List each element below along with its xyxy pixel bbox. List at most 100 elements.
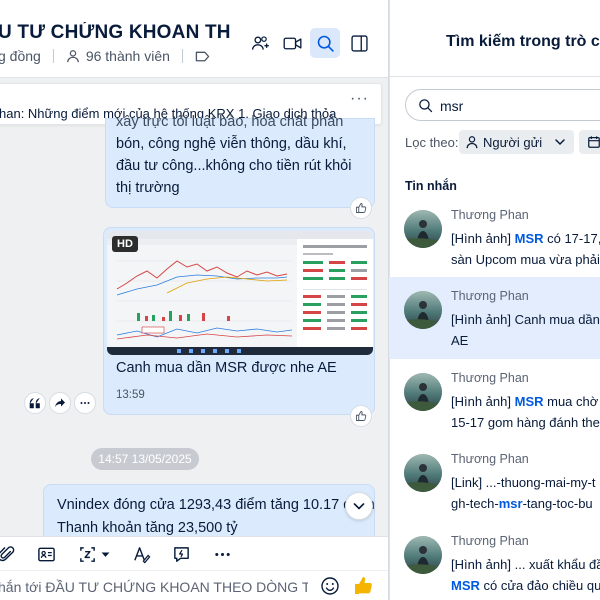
- chevron-down-icon: [353, 503, 365, 510]
- contact-card-icon: [37, 547, 55, 561]
- message-more-button[interactable]: [74, 392, 96, 414]
- result-snippet-line: [Hình ảnh] ... xuất khẩu đầ: [451, 557, 600, 572]
- message-bubble[interactable]: Vnindex đóng cửa 1293,43 điểm tăng 10.17…: [43, 484, 375, 544]
- search-panel-title: Tìm kiếm trong trò c: [446, 33, 600, 50]
- search-panel: Tìm kiếm trong trò c Lọc theo: Người gửi…: [389, 0, 600, 600]
- format-text-button[interactable]: [131, 544, 151, 564]
- stock-chart-screenshot[interactable]: HD: [107, 231, 373, 355]
- avatar: [404, 210, 442, 248]
- divider: [181, 49, 183, 63]
- image-message-bubble[interactable]: HD Canh mua dần MSR được nhe AE 13:59: [103, 227, 375, 415]
- message-bubble[interactable]: xây trực tối luật bảo, hóa chất phân bón…: [105, 114, 375, 208]
- sender-filter-label: Người gửi: [483, 134, 543, 150]
- add-member-button[interactable]: [245, 28, 275, 58]
- chat-title[interactable]: U TƯ CHỨNG KHOAN THEO DÒ: [0, 22, 230, 44]
- search-button[interactable]: [310, 28, 340, 58]
- result-snippet-line: 15-17 gom hàng đánh theo: [451, 415, 600, 430]
- quote-icon: [29, 398, 40, 409]
- result-snippet-line: AE: [451, 333, 468, 348]
- avatar: [404, 373, 442, 411]
- message-text: xây trực tối luật bảo, hóa chất phân bón…: [116, 114, 356, 199]
- result-sender: Thương Phan: [451, 371, 529, 385]
- snippet-text: [Hình ảnh]: [451, 394, 515, 409]
- message-line: Vnindex đóng cửa 1293,43 điểm tăng 10.17…: [57, 497, 375, 513]
- result-sender: Thương Phan: [451, 208, 529, 222]
- avatar: [404, 291, 442, 329]
- community-label: g đồng: [0, 48, 41, 64]
- screenshot-options-dropdown[interactable]: [98, 544, 112, 564]
- message-composer: [0, 570, 388, 600]
- sender-filter-dropdown[interactable]: Người gửi: [459, 130, 574, 154]
- paperclip-icon: [0, 545, 14, 561]
- result-snippet-line: [Link] ...-thuong-mai-my-t: [451, 475, 596, 490]
- result-snippet-line: sàn Upcom mua vừa phải: [451, 252, 600, 267]
- attach-file-button[interactable]: [0, 544, 16, 564]
- send-like-button[interactable]: [352, 574, 374, 600]
- snippet-text: có 17-17,5: [547, 231, 600, 246]
- snippet-text: [Hình ảnh]: [451, 231, 515, 246]
- chat-window: U TƯ CHỨNG KHOAN THEO DÒ g đồng 96 thành…: [0, 0, 389, 600]
- search-result-item[interactable]: Thương Phan [Link] ...-thuong-mai-my-t gh-…: [389, 440, 600, 522]
- chevron-down-icon: [555, 139, 565, 146]
- forward-button[interactable]: [49, 392, 71, 414]
- result-snippet-line: [Hình ảnh] MSR mua chờ: [451, 394, 598, 409]
- smiley-icon: [321, 577, 339, 595]
- filter-label: Lọc theo:: [405, 135, 459, 150]
- snippet-text: gh-tech-: [451, 496, 499, 511]
- forward-icon: [55, 398, 65, 408]
- snippet-text: [Hình ảnh] Canh mua dần: [451, 312, 600, 327]
- message-timestamp: 13:59: [116, 389, 145, 401]
- message-line: xây trực tối luật bảo, hóa chất phân: [116, 114, 344, 130]
- sidebar-toggle-button[interactable]: [344, 28, 374, 58]
- search-result-item[interactable]: Thương Phan [Hình ảnh] MSR có 17-17,5 sàn …: [389, 196, 600, 278]
- screenshot-icon: [79, 546, 95, 562]
- more-tools-button[interactable]: [212, 544, 232, 564]
- search-result-item[interactable]: Thương Phan [Hình ảnh] MSR mua chờ 15-17 g…: [389, 359, 600, 441]
- quick-message-button[interactable]: [171, 544, 191, 564]
- result-snippet-line: gh-tech-msr-tang-toc-bu: [451, 496, 593, 511]
- divider: [52, 49, 54, 63]
- emoji-button[interactable]: [320, 576, 340, 600]
- date-filter-button[interactable]: [579, 130, 600, 154]
- avatar: [404, 454, 442, 492]
- scroll-to-bottom-button[interactable]: [345, 492, 373, 520]
- snippet-text: [Hình ảnh] ... xuất khẩu đầ: [451, 557, 600, 572]
- screenshot-button[interactable]: [77, 544, 97, 564]
- result-snippet-line: [Hình ảnh] MSR có 17-17,5: [451, 231, 600, 246]
- search-box[interactable]: [405, 89, 600, 121]
- thumbs-up-icon: [355, 577, 372, 594]
- message-input[interactable]: [0, 577, 308, 597]
- member-count[interactable]: 96 thành viên: [86, 48, 170, 64]
- thumbs-up-icon: [356, 411, 367, 421]
- members-icon: [66, 50, 79, 63]
- search-input[interactable]: [440, 96, 590, 116]
- sidebar-toggle-icon: [350, 34, 368, 52]
- quick-message-icon: [173, 546, 189, 562]
- snippet-text: AE: [451, 333, 469, 348]
- search-result-item[interactable]: Thương Phan [Hình ảnh] Canh mua dần AE: [389, 277, 600, 359]
- react-button[interactable]: [350, 197, 372, 219]
- more-icon: [80, 402, 90, 404]
- video-call-icon: [283, 37, 301, 49]
- search-icon: [419, 99, 433, 113]
- snippet-highlight: MSR: [451, 578, 480, 593]
- snippet-text: sàn Upcom mua vừa phải: [451, 252, 600, 267]
- snippet-text: có cửa đảo chiều qu: [479, 578, 600, 593]
- pinned-more-button[interactable]: ···: [350, 90, 369, 108]
- search-result-item[interactable]: Thương Phan [Hình ảnh] ... xuất khẩu đầ MS…: [389, 522, 600, 600]
- send-contact-button[interactable]: [36, 544, 56, 564]
- search-icon: [317, 35, 334, 52]
- composer-toolbar: [0, 536, 388, 570]
- snippet-highlight: MSR: [514, 231, 544, 246]
- result-snippet-line: MSR có cửa đảo chiều qu: [451, 578, 600, 593]
- add-member-icon: [251, 35, 269, 50]
- message-line: thị trường: [116, 180, 180, 196]
- snippet-text: mua chờ: [543, 394, 599, 409]
- video-call-button[interactable]: [277, 28, 307, 58]
- message-caption: Canh mua dần MSR được nhe AE: [116, 360, 337, 376]
- quote-reply-button[interactable]: [24, 392, 46, 414]
- message-line: đầu tư công...không cho tiền rút khỏi: [116, 158, 352, 174]
- chart-thumbnail-image: [107, 231, 373, 355]
- tag-icon[interactable]: [195, 50, 210, 63]
- react-button[interactable]: [350, 405, 372, 427]
